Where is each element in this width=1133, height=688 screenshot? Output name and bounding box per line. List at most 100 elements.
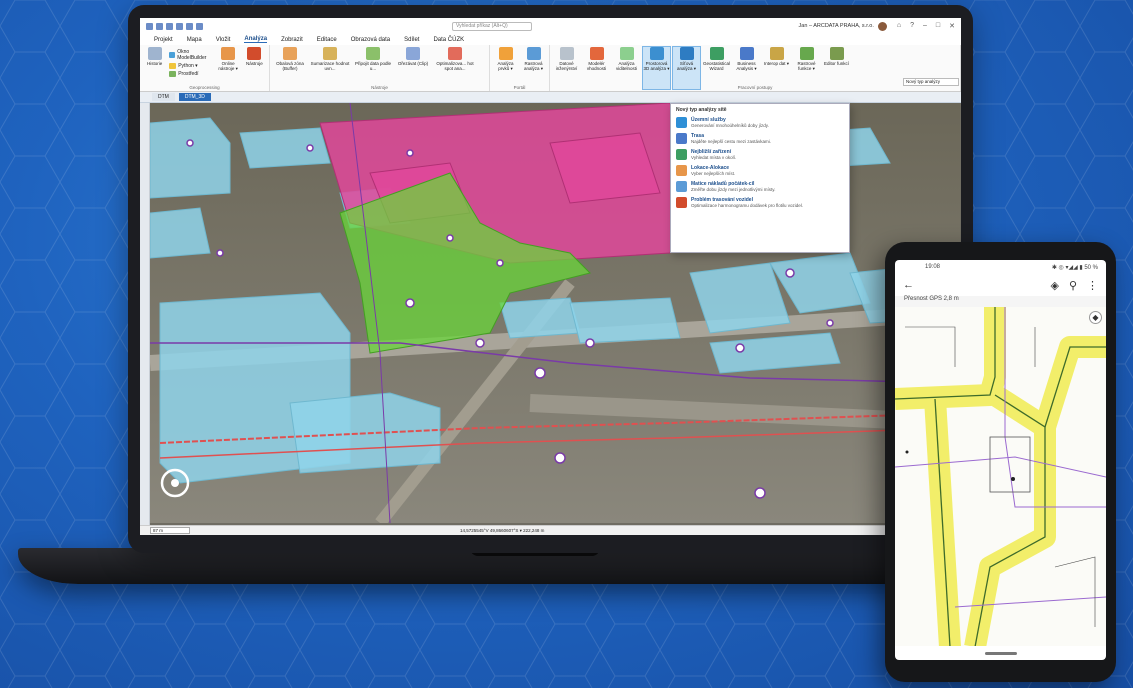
raster-analysis-label: Rastrová analýza ▾ xyxy=(523,61,544,71)
network-analysis-label: Síťová analýza ▾ xyxy=(676,61,697,71)
tab-dtm-3d[interactable]: DTM_3D xyxy=(178,93,211,101)
online-tools-label: Online nástroje ▾ xyxy=(218,61,238,71)
data-engineering-icon xyxy=(559,47,574,60)
ribbon: Historie Okno ModelBuilder Python ▾ Pros… xyxy=(140,45,961,92)
raster-functions-button[interactable]: Rastrové funkce ▾ xyxy=(793,47,820,89)
redo-icon[interactable] xyxy=(196,22,203,30)
python-button[interactable]: Python ▾ xyxy=(169,63,213,69)
phone-map-graphic[interactable] xyxy=(895,307,1106,646)
search-icon[interactable]: ⚲ xyxy=(1069,279,1077,292)
data-engineering-button[interactable]: Datové inženýrství xyxy=(553,47,580,89)
tab-zobrazit[interactable]: Zobrazit xyxy=(281,37,303,43)
feature-analysis-icon xyxy=(498,47,513,60)
data-engineering-label: Datové inženýrství xyxy=(555,61,578,71)
suitability-icon xyxy=(589,47,604,60)
view-tabs: DTM DTM_3D xyxy=(140,92,961,103)
data-interop-button[interactable]: Interop dat ▾ xyxy=(763,47,790,89)
feature-analysis-button[interactable]: Analýza prvků ▾ xyxy=(493,47,518,89)
quick-access-toolbar[interactable] xyxy=(146,22,203,30)
geostatistical-wizard-button[interactable]: Geostatistical Wizard xyxy=(703,47,730,89)
ribbon-tabs: Projekt Mapa Vložit Analýza Zobrazit Edi… xyxy=(140,34,961,45)
gallery-item-service-area[interactable]: Územní služby Generování mnohoúhelníků do… xyxy=(676,117,844,128)
business-analysis-button[interactable]: Business Analysis ▾ xyxy=(733,47,760,89)
gallery-item-od-cost-matrix[interactable]: Matice nákladů počátek-cíl Změřte dobu jí… xyxy=(676,181,844,192)
phone-home-indicator[interactable] xyxy=(895,646,1106,660)
layers-icon[interactable]: ◈ xyxy=(1050,279,1058,292)
tab-vlozit[interactable]: Vložit xyxy=(216,37,231,43)
tab-sdilet[interactable]: Sdílet xyxy=(404,37,419,43)
spatial-3d-analysis-button[interactable]: Prostorová 3D analýza ▾ xyxy=(642,46,671,90)
clip-button[interactable]: Ořezávat (Clip) xyxy=(396,47,430,89)
spatial-join-button[interactable]: Připojit data podle u... xyxy=(353,47,393,89)
project-icon[interactable] xyxy=(146,22,153,30)
avatar[interactable] xyxy=(877,21,887,31)
phone-time: 19:08 xyxy=(925,264,941,270)
gallery-item-location-allocation[interactable]: Lokace-Alokace Vyber nejlepších míst. xyxy=(676,165,844,176)
clip-label: Ořezávat (Clip) xyxy=(397,61,429,66)
clip-icon xyxy=(406,47,420,60)
gallery-item-desc: Vyber nejlepších míst. xyxy=(691,171,736,176)
maximize-icon[interactable]: □ xyxy=(936,22,940,30)
tab-dtm[interactable]: DTM xyxy=(152,93,175,101)
tab-editace[interactable]: Editace xyxy=(317,37,337,43)
location-allocation-icon xyxy=(676,165,687,176)
side-panel-strip[interactable] xyxy=(140,103,150,525)
command-search-input[interactable]: Vyhledat příkaz (Alt+Q) xyxy=(452,21,532,31)
visibility-analysis-button[interactable]: Analýza viditelnosti xyxy=(613,47,640,89)
raster-analysis-button[interactable]: Rastrová analýza ▾ xyxy=(521,47,546,89)
closest-facility-icon xyxy=(676,149,687,160)
history-button[interactable]: Historie xyxy=(143,47,166,89)
group-label-tools: Nástroje xyxy=(371,85,388,90)
function-editor-label: Editor funkcí xyxy=(823,61,849,66)
scale-field[interactable]: 87 m xyxy=(150,527,190,534)
data-interop-label: Interop dat ▾ xyxy=(763,61,790,66)
summarize-button[interactable]: Sumarizace hodnot uvn... xyxy=(310,47,350,89)
tab-obrazova-data[interactable]: Obrazová data xyxy=(351,37,390,43)
minimize-icon[interactable]: – xyxy=(923,22,927,30)
undo-icon[interactable] xyxy=(186,22,193,30)
tools-button[interactable]: Nástroje xyxy=(243,47,266,89)
gallery-item-route[interactable]: Trasa Najděte nejlepší cestu mezi zastávk… xyxy=(676,133,844,144)
group-portal: Analýza prvků ▾ Rastrová analýza ▾ Portá… xyxy=(490,45,550,91)
compass-icon[interactable]: ◆ xyxy=(1089,311,1102,324)
gallery-item-closest-facility[interactable]: Nejbližší zařízení Vyhledat místa v okolí… xyxy=(676,149,844,160)
geostatistical-icon xyxy=(709,47,724,60)
suitability-modeler-button[interactable]: Modelér vhodnosti xyxy=(583,47,610,89)
function-editor-button[interactable]: Editor funkcí xyxy=(823,47,850,89)
tab-projekt[interactable]: Projekt xyxy=(154,37,173,43)
modelbuilder-button[interactable]: Okno ModelBuilder xyxy=(169,49,213,61)
modelbuilder-label: Okno ModelBuilder xyxy=(177,49,207,61)
laptop-screen: Vyhledat příkaz (Alt+Q) Jan – ARCDATA PR… xyxy=(128,5,973,553)
group-label-geoprocessing: Geoprocessing xyxy=(189,85,220,90)
online-tools-button[interactable]: Online nástroje ▾ xyxy=(217,47,240,89)
tab-data-cuzk[interactable]: Data ČÚZK xyxy=(433,37,464,43)
environments-icon xyxy=(169,71,177,77)
network-analysis-button[interactable]: Síťová analýza ▾ xyxy=(672,46,701,90)
notification-icon[interactable]: ⌂ xyxy=(897,22,901,30)
open-icon[interactable] xyxy=(166,22,173,30)
hotspot-button[interactable]: Optimalizova... hot spot ana... xyxy=(433,47,477,89)
phone-map[interactable]: ◆ xyxy=(895,307,1106,646)
new-analysis-type-field[interactable]: Nový typ analýzy xyxy=(903,78,959,86)
back-arrow-icon[interactable]: ← xyxy=(903,279,914,291)
gallery-item-desc: Najděte nejlepší cestu mezi zastávkami. xyxy=(691,139,772,144)
3d-analysis-icon xyxy=(649,47,664,60)
user-name[interactable]: Jan – ARCDATA PRAHA, s.r.o. xyxy=(799,23,874,29)
data-interop-icon xyxy=(769,47,784,60)
buffer-button[interactable]: Obalová zóna (Buffer) xyxy=(273,47,307,89)
environments-button[interactable]: Prostředí xyxy=(169,71,213,77)
tab-analyza[interactable]: Analýza xyxy=(244,36,268,43)
hotspot-label: Optimalizova... hot spot ana... xyxy=(436,61,474,71)
new-icon[interactable] xyxy=(156,22,163,30)
save-icon[interactable] xyxy=(176,22,183,30)
phone-device: 19:08 ✱ ◎ ▾◢◢ ▮ 50 % ← ◈ ⚲ ⋮ Přesnost GP… xyxy=(885,242,1116,682)
more-options-icon[interactable]: ⋮ xyxy=(1087,279,1098,292)
spatial-join-label: Připojit data podle u... xyxy=(354,61,392,71)
history-icon xyxy=(147,47,162,60)
gallery-item-desc: Generování mnohoúhelníků doby jízdy. xyxy=(691,123,769,128)
buffer-label: Obalová zóna (Buffer) xyxy=(276,61,304,71)
help-icon[interactable]: ? xyxy=(910,22,914,30)
close-icon[interactable]: ✕ xyxy=(949,22,955,30)
tab-mapa[interactable]: Mapa xyxy=(187,37,202,43)
gallery-item-vehicle-routing[interactable]: Problém trasování vozidel Optimalizace ha… xyxy=(676,197,844,208)
